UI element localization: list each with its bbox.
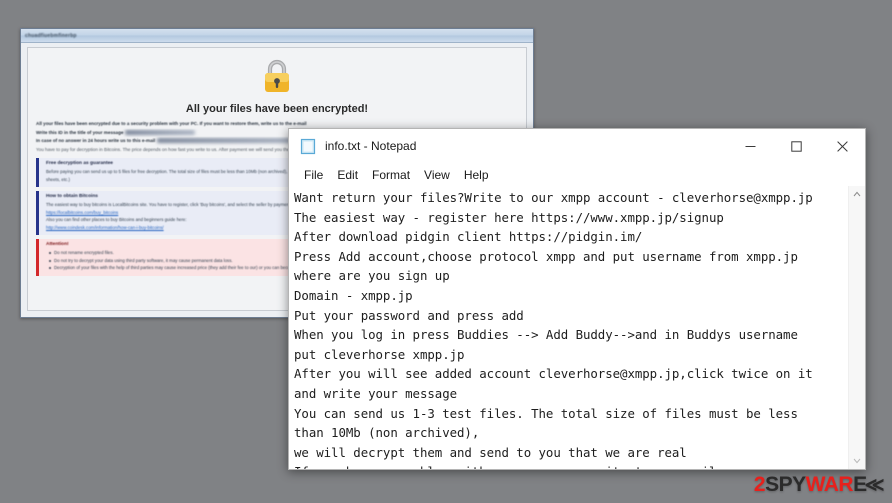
notepad-titlebar[interactable]: info.txt - Notepad [289,129,865,164]
ransom-window-title: chuadfiuebmfinerbp [25,32,77,39]
menu-view[interactable]: View [417,166,457,184]
notepad-scrollbar[interactable] [848,186,865,469]
notepad-document-icon [300,138,317,155]
ransom-intro-text-2: Write this ID in the title of your messa… [36,129,124,135]
menu-edit[interactable]: Edit [330,166,365,184]
ransom-intro-text-1: All your files have been encrypted due t… [36,121,307,126]
notepad-menubar[interactable]: File Edit Format View Help [289,164,865,186]
menu-file[interactable]: File [297,166,330,184]
watermark-2spyware: 2 SPY WAR E ≪ [753,473,885,497]
notepad-window[interactable]: info.txt - Notepad File Edit Format View… [288,128,866,470]
notepad-text-area-wrap: Want return your files?Write to our xmpp… [289,186,865,469]
ransom-window-titlebar[interactable]: chuadfiuebmfinerbp [21,29,533,43]
watermark-chevron-icon: ≪ [864,474,885,496]
lock-icon-row [28,48,526,101]
ransom-headline: All your files have been encrypted! [185,103,369,115]
menu-format[interactable]: Format [365,166,417,184]
notepad-text-area[interactable]: Want return your files?Write to our xmpp… [289,186,848,469]
maximize-icon[interactable] [773,129,819,163]
redacted-id [124,129,195,135]
menu-help[interactable]: Help [457,166,496,184]
padlock-icon [259,56,295,96]
watermark-part-2: SPY [765,473,806,496]
chevron-up-icon[interactable] [849,186,865,202]
chevron-down-icon[interactable] [849,453,865,469]
watermark-part-3: WAR [805,473,854,496]
minimize-icon[interactable] [727,129,773,163]
ransom-intro-text-3: In case of no answer in 24 hours write u… [36,138,156,143]
notepad-title: info.txt - Notepad [325,139,417,153]
watermark-part-1: 2 [753,473,766,496]
close-icon[interactable] [819,129,865,163]
